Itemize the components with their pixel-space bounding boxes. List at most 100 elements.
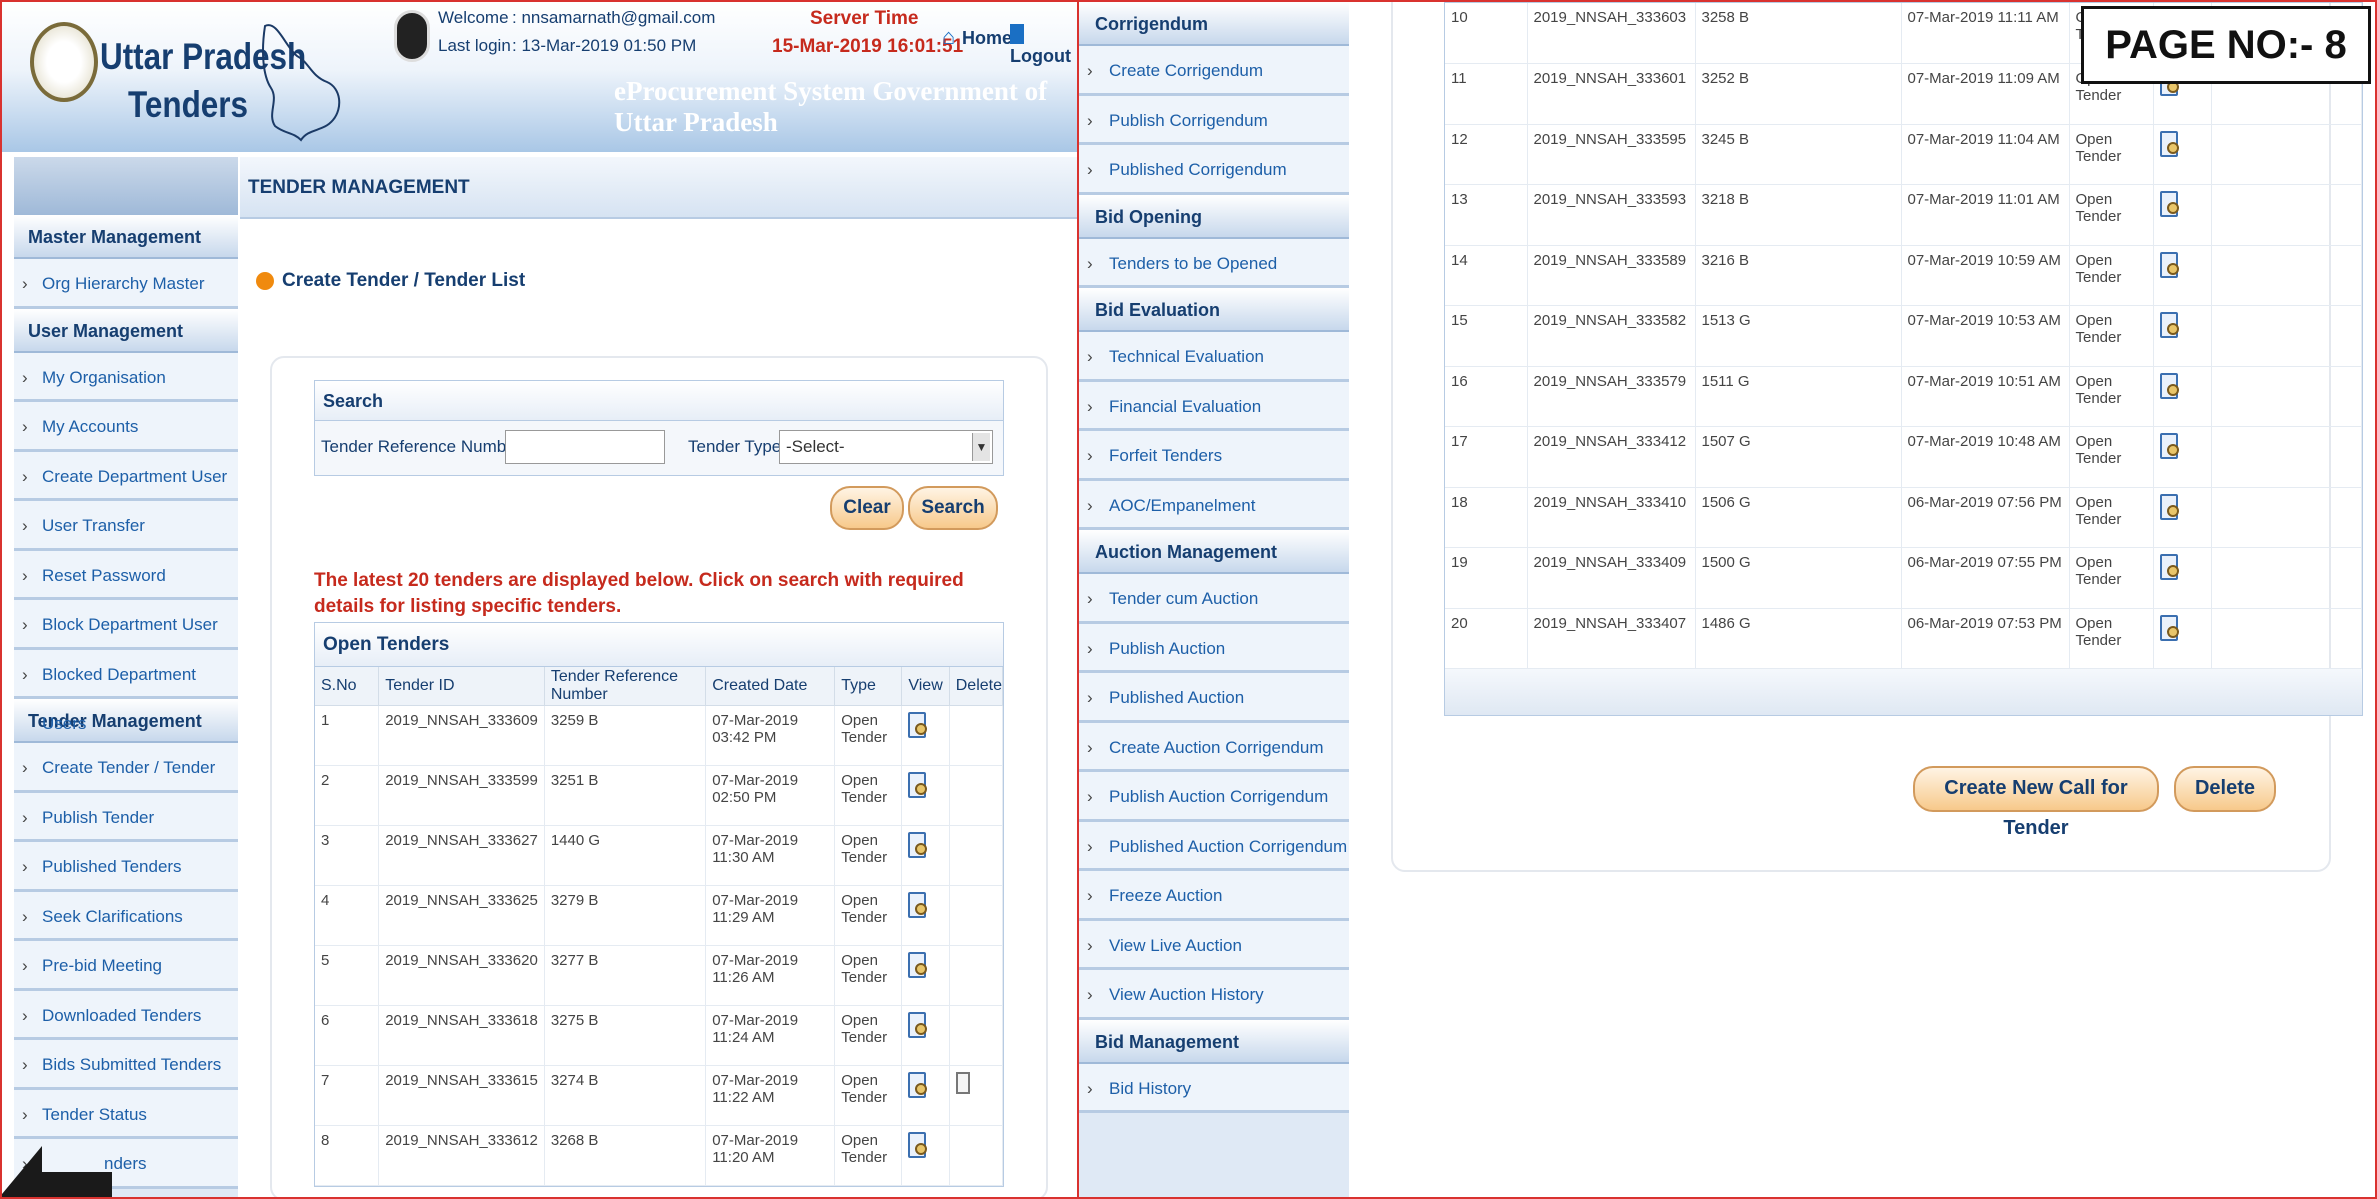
search-row: Tender Reference Number Tender Type -Sel… (315, 421, 1003, 475)
cell-delete (2211, 124, 2362, 185)
cell-type: Open Tender (2069, 487, 2154, 548)
cell-view (2153, 608, 2212, 669)
sidebar-item-blocked-department-users[interactable]: Blocked Department Users (14, 649, 238, 733)
cell-view (901, 945, 950, 1006)
delete-checkbox[interactable] (955, 1071, 970, 1094)
view-document-icon[interactable] (908, 1131, 928, 1158)
sidebar-item-publish-corrigendum[interactable]: Publish Corrigendum (1079, 95, 1349, 145)
cell-sno: 16 (1445, 366, 1528, 427)
view-document-icon[interactable] (908, 1011, 928, 1038)
sidebar-item-block-department-user[interactable]: Block Department User (14, 600, 238, 650)
cell-view (901, 1005, 950, 1066)
sidebar-item-create-auction-corrigendum[interactable]: Create Auction Corrigendum (1079, 722, 1349, 772)
view-document-icon[interactable] (2159, 433, 2179, 459)
sidebar-item-published-corrigendum[interactable]: Published Corrigendum (1079, 145, 1349, 195)
cell-sno: 17 (1445, 426, 1528, 488)
sidebar-section-bid-opening: Bid Opening (1079, 194, 1349, 239)
welcome-label: Welcome (438, 8, 509, 27)
view-document-icon[interactable] (908, 951, 928, 978)
view-document-icon[interactable] (908, 711, 928, 738)
view-document-icon[interactable] (2159, 614, 2179, 641)
cell-sno: 14 (1445, 245, 1528, 306)
sidebar-item-publish-tender[interactable]: Publish Tender (14, 792, 238, 842)
sidebar-item-pre-bid-meeting[interactable]: Pre-bid Meeting (14, 941, 238, 991)
cell-type: Open Tender (834, 825, 903, 886)
sidebar-item-publish-auction[interactable]: Publish Auction (1079, 623, 1349, 673)
sidebar-item-org-hierarchy-master[interactable]: Org Hierarchy Master (14, 259, 238, 309)
cell-type: Open Tender (834, 1125, 903, 1186)
table-row: 3 2019_NNSAH_333627 1440 G 07-Mar-2019 11:3… (315, 825, 1004, 886)
sidebar-item-my-organisation-hierarchy[interactable]: My Organisation Hierarchy (14, 352, 238, 436)
cell-view (2153, 124, 2212, 185)
home-icon: ⌂ (942, 24, 956, 49)
sidebar-item-my-accounts[interactable]: My Accounts (14, 402, 238, 452)
sidebar-item-seek-clarifications[interactable]: Seek Clarifications (14, 891, 238, 941)
cell-ref: 1440 G (544, 825, 707, 886)
sidebar-item-view-live-auction[interactable]: View Live Auction (1079, 920, 1349, 970)
sidebar-item-tender-cum-auction[interactable]: Tender cum Auction (1079, 574, 1349, 624)
sidebar-item-user-transfer[interactable]: User Transfer (14, 501, 238, 551)
view-document-icon[interactable] (908, 891, 928, 918)
cell-delete (949, 825, 1004, 886)
sidebar-item-published-auction[interactable]: Published Auction (1079, 673, 1349, 723)
view-document-icon[interactable] (2159, 130, 2179, 157)
cell-id: 2019_NNSAH_333589 (1527, 245, 1696, 306)
logout-link[interactable]: Logout (1010, 24, 1077, 67)
cell-view (901, 705, 950, 766)
tender-type-select[interactable]: -Select- ▼ (779, 430, 993, 464)
open-tenders-table-continued: 10 2019_NNSAH_333603 3258 B 07-Mar-2019 11:… (1444, 2, 2363, 716)
sidebar-item-bid-history[interactable]: Bid History (1079, 1063, 1349, 1113)
view-document-icon[interactable] (2159, 251, 2179, 278)
chevron-down-icon[interactable]: ▼ (972, 433, 990, 461)
cell-id: 2019_NNSAH_333407 (1527, 608, 1696, 669)
sidebar-section-bid-management: Bid Management (1079, 1019, 1349, 1064)
view-document-icon[interactable] (2159, 554, 2179, 580)
sidebar-item-view-auction-history[interactable]: View Auction History (1079, 970, 1349, 1020)
sidebar-item-publish-auction-corrigendum[interactable]: Publish Auction Corrigendum (1079, 772, 1349, 822)
sidebar-item-published-auction-corrigendum[interactable]: Published Auction Corrigendum (1079, 821, 1349, 871)
view-document-icon[interactable] (2159, 312, 2179, 338)
table-row: 2 2019_NNSAH_333599 3251 B 07-Mar-2019 02:5… (315, 765, 1004, 826)
tender-ref-input[interactable] (505, 430, 665, 464)
cell-id: 2019_NNSAH_333615 (378, 1065, 545, 1126)
sidebar-item-forfeit-tenders[interactable]: Forfeit Tenders (1079, 431, 1349, 481)
sidebar-item-tender-status[interactable]: Tender Status (14, 1089, 238, 1139)
view-document-icon[interactable] (2159, 191, 2179, 217)
sidebar-item-published-tenders[interactable]: Published Tenders (14, 842, 238, 892)
cell-delete (949, 885, 1004, 946)
sidebar-item-bids-submitted-tenders[interactable]: Bids Submitted Tenders (14, 1040, 238, 1090)
cell-ref: 1513 G (1695, 305, 1902, 367)
system-title: eProcurement System Government of Uttar … (614, 76, 1048, 137)
search-button[interactable]: Search (908, 486, 998, 530)
sidebar-item-tenders-to-be-opened[interactable]: Tenders to be Opened (1079, 238, 1349, 288)
tender-ref-label: Tender Reference Number (321, 437, 522, 456)
sidebar-item-financial-evaluation[interactable]: Financial Evaluation (1079, 381, 1349, 431)
sidebar-item-reset-password[interactable]: Reset Password (14, 550, 238, 600)
view-document-icon[interactable] (2159, 372, 2179, 399)
sidebar-item-downloaded-tenders[interactable]: Downloaded Tenders (14, 990, 238, 1040)
sidebar-item-technical-evaluation[interactable]: Technical Evaluation (1079, 332, 1349, 382)
clear-button[interactable]: Clear (830, 486, 904, 530)
cell-id: 2019_NNSAH_333625 (378, 885, 545, 946)
view-document-icon[interactable] (2159, 493, 2179, 520)
up-map-icon (262, 24, 341, 142)
view-document-icon[interactable] (908, 1071, 928, 1098)
sidebar-item-freeze-auction[interactable]: Freeze Auction (1079, 871, 1349, 921)
create-new-call-button[interactable]: Create New Call for Tender (1913, 766, 2159, 839)
sidebar-section-corrigendum: Corrigendum (1079, 2, 1349, 46)
sidebar-item-create-department-user[interactable]: Create Department User (14, 451, 238, 501)
user-avatar-icon (394, 10, 430, 62)
sidebar-item-create-corrigendum[interactable]: Create Corrigendum (1079, 46, 1349, 96)
cell-date: 07-Mar-2019 11:24 AM (705, 1005, 836, 1066)
cell-sno: 12 (1445, 124, 1528, 185)
sidebar-item-create-tender-list[interactable]: Create Tender / Tender List (14, 743, 238, 826)
back-arrow-icon[interactable] (2, 1142, 112, 1199)
view-document-icon[interactable] (908, 771, 928, 798)
sidebar-section-auction-management: Auction Management (1079, 530, 1349, 574)
delete-button[interactable]: Delete (2174, 766, 2276, 812)
cell-sno: 8 (315, 1125, 380, 1186)
sidebar-item-aoc-empanelment[interactable]: AOC/Empanelment (1079, 480, 1349, 530)
col-date: Created Date (705, 667, 836, 706)
view-document-icon[interactable] (908, 831, 928, 858)
home-link[interactable]: ⌂ Home (942, 24, 1012, 49)
